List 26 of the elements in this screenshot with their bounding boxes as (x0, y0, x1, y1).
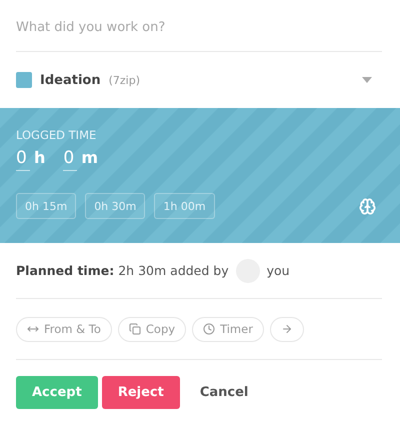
from-to-button[interactable]: From & To (16, 316, 112, 342)
hours-field[interactable]: 0 (16, 148, 30, 171)
accept-button[interactable]: Accept (16, 376, 98, 409)
arrow-right-icon (280, 323, 293, 335)
minutes-field[interactable]: 0 (63, 148, 78, 171)
cancel-button[interactable]: Cancel (184, 376, 264, 409)
added-by-text: added by (170, 263, 229, 278)
clock-icon (203, 323, 216, 335)
panel-label: LOGGED TIME (16, 128, 98, 142)
timer-button[interactable]: Timer (192, 316, 264, 342)
user-name: you (266, 263, 290, 278)
planned-label: Planned time: (16, 263, 114, 278)
caret-icon[interactable] (362, 77, 372, 83)
planned-value: 2h 30m (118, 263, 166, 278)
client-name: (7zip) (108, 74, 141, 86)
next-button[interactable] (270, 316, 304, 342)
copy-button[interactable]: Copy (118, 316, 186, 342)
brain-icon[interactable] (359, 198, 376, 214)
preset-button[interactable]: 0h 30m (85, 193, 146, 219)
preset-button[interactable]: 1h 00m (154, 193, 215, 219)
unit-label: h (34, 148, 46, 167)
project-name: Ideation (40, 72, 101, 88)
copy-icon (128, 323, 141, 335)
unit-label: m (81, 148, 98, 167)
preset-button[interactable]: 0h 15m (16, 193, 76, 219)
reject-button[interactable]: Reject (102, 376, 180, 409)
